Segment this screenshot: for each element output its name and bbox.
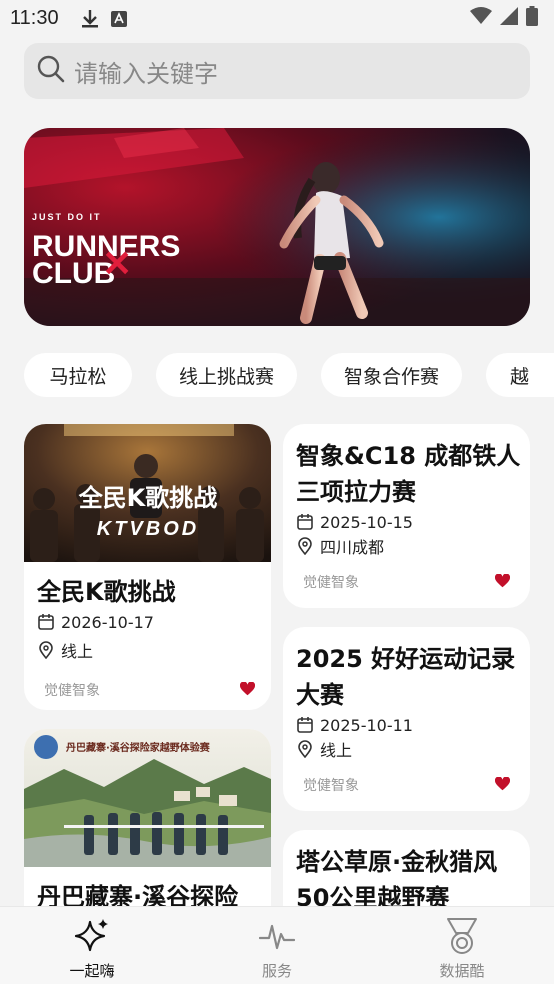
event-organizer: 觉健智象 xyxy=(44,683,100,699)
chip-marathon[interactable]: 马拉松 xyxy=(24,353,132,397)
bottom-navigation: 一起嗨 服务 数据酷 xyxy=(0,906,554,984)
nav-label: 一起嗨 xyxy=(69,962,115,980)
nav-label: 数据酷 xyxy=(439,962,485,980)
calendar-icon xyxy=(37,613,55,631)
event-date: 2025-10-11 xyxy=(320,715,413,735)
nav-item-data[interactable]: 数据酷 xyxy=(402,907,522,984)
favorite-heart-icon[interactable] xyxy=(240,682,256,698)
event-card[interactable]: 全民K歌挑战 KTVBOD 全民K歌挑战 2026-10-17 线上 觉健智象 xyxy=(24,424,271,710)
event-location-row: 四川成都 xyxy=(296,534,524,558)
event-title-line1: 2025 好好运动记录 xyxy=(296,645,516,673)
favorite-heart-icon[interactable] xyxy=(495,574,511,590)
event-date: 2025-10-15 xyxy=(320,512,413,532)
calendar-icon xyxy=(296,513,314,531)
event-location: 四川成都 xyxy=(320,538,385,557)
battery-icon xyxy=(526,6,538,31)
chip-trail[interactable]: 越 xyxy=(486,353,554,397)
download-icon xyxy=(81,9,99,29)
event-date-row: 2025-10-11 xyxy=(296,713,524,737)
location-pin-icon xyxy=(37,641,55,659)
event-title-line1: 塔公草原·金秋猎风 xyxy=(296,848,498,876)
sparkles-icon xyxy=(72,917,112,955)
nav-item-services[interactable]: 服务 xyxy=(217,907,337,984)
event-title-line2: 大赛 xyxy=(296,681,344,709)
banner-image: JUST DO IT RUNNERS CLUB ✕ xyxy=(24,128,530,326)
banner-small-text: JUST DO IT xyxy=(32,212,102,222)
wifi-icon xyxy=(470,7,492,30)
event-title-line2: 三项拉力赛 xyxy=(296,478,416,506)
promo-banner[interactable]: JUST DO IT RUNNERS CLUB ✕ xyxy=(24,128,530,326)
search-icon xyxy=(36,54,66,88)
event-date: 2026-10-17 xyxy=(61,612,154,632)
location-pin-icon xyxy=(296,740,314,758)
search-bar[interactable]: 请输入关键字 xyxy=(24,43,530,99)
nav-item-home[interactable]: 一起嗨 xyxy=(32,907,152,984)
banner-x-mark: ✕ xyxy=(102,243,132,284)
event-organizer: 觉健智象 xyxy=(303,778,359,794)
event-thumbnail-karaoke: 全民K歌挑战 KTVBOD xyxy=(24,424,271,562)
event-location-row: 线上 xyxy=(37,638,262,662)
event-title-line1: 智象&C18 成都铁人 xyxy=(296,442,521,470)
event-date-row: 2025-10-15 xyxy=(296,510,524,534)
pulse-icon xyxy=(259,917,295,955)
event-location: 线上 xyxy=(320,741,353,760)
event-title: 全民K歌挑战 xyxy=(37,578,176,606)
font-app-icon xyxy=(110,10,127,27)
thumb-title: 全民K歌挑战 xyxy=(78,484,218,512)
chip-online-challenge[interactable]: 线上挑战赛 xyxy=(156,353,297,397)
event-thumbnail-trail: 丹巴藏寨·溪谷探险家越野体验赛 xyxy=(24,729,271,867)
event-organizer: 觉健智象 xyxy=(303,575,359,591)
thumb-title: 丹巴藏寨·溪谷探险家越野体验赛 xyxy=(66,741,211,754)
status-bar: 11:30 xyxy=(0,0,554,37)
calendar-icon xyxy=(296,716,314,734)
thumb-subtitle: KTVBOD xyxy=(97,518,199,540)
location-pin-icon xyxy=(296,537,314,555)
status-time: 11:30 xyxy=(10,7,59,29)
event-location-row: 线上 xyxy=(296,737,524,761)
signal-icon xyxy=(500,7,518,30)
favorite-heart-icon[interactable] xyxy=(495,777,511,793)
search-placeholder: 请输入关键字 xyxy=(74,59,218,88)
event-card[interactable]: 2025 好好运动记录 大赛 2025-10-11 线上 觉健智象 xyxy=(283,627,530,811)
category-chips: 马拉松 线上挑战赛 智象合作赛 越 xyxy=(0,353,554,397)
event-date-row: 2026-10-17 xyxy=(37,610,262,634)
medal-icon xyxy=(444,917,480,955)
event-card[interactable]: 智象&C18 成都铁人 三项拉力赛 2025-10-15 四川成都 觉健智象 xyxy=(283,424,530,608)
nav-label: 服务 xyxy=(261,962,292,980)
chip-partner-race[interactable]: 智象合作赛 xyxy=(321,353,462,397)
event-location: 线上 xyxy=(61,642,94,661)
